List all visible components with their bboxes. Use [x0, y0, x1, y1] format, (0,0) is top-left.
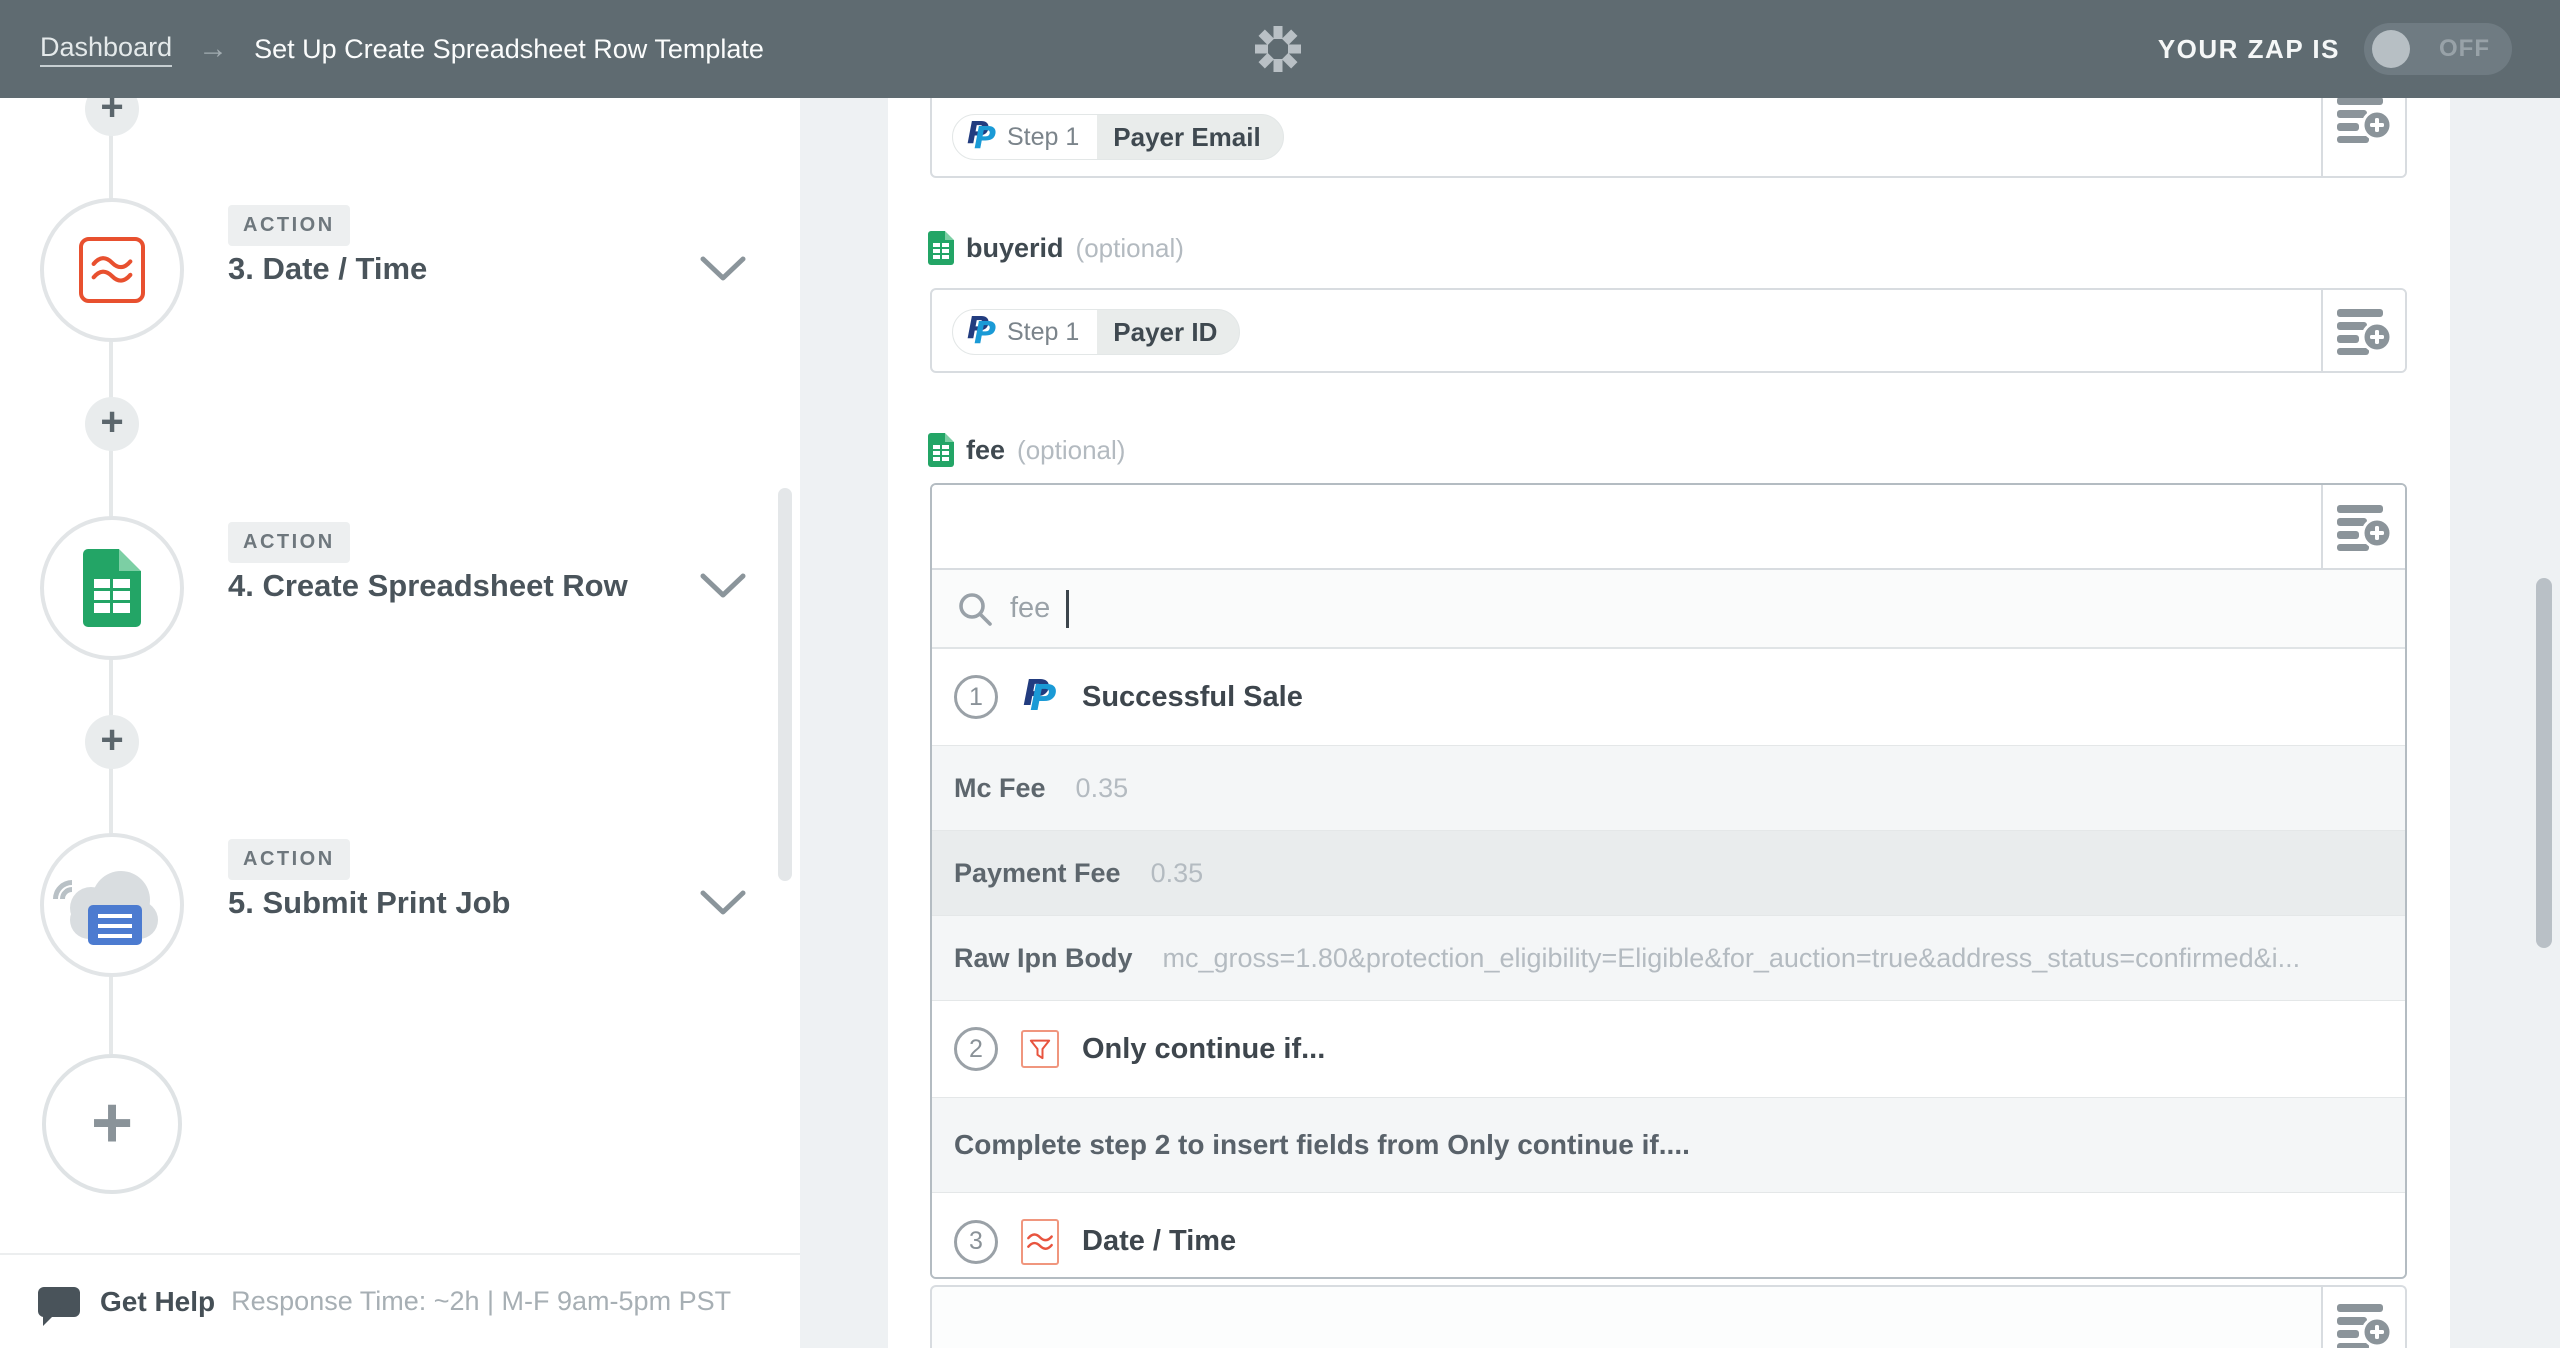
- step-title: Date / Time: [1082, 1225, 1236, 1258]
- dropdown-step-header-3[interactable]: 3 Date / Time: [932, 1193, 2405, 1279]
- insert-fields-icon: [2337, 307, 2391, 355]
- pill-step-label: Step 1: [1007, 318, 1079, 347]
- zap-status-area: YOUR ZAP IS OFF: [2158, 0, 2512, 98]
- zap-status-label: YOUR ZAP IS: [2158, 34, 2340, 65]
- dropdown-step-header-1[interactable]: 1 PP Successful Sale: [932, 649, 2405, 746]
- step-5-badge: ACTION: [228, 839, 350, 880]
- insert-fields-button-top[interactable]: [2321, 98, 2405, 176]
- insert-fields-icon: [2337, 1302, 2391, 1348]
- text-cursor: [1066, 590, 1069, 628]
- search-icon: [956, 590, 994, 628]
- step-title: Only continue if...: [1082, 1033, 1325, 1066]
- step-number-badge: 2: [954, 1027, 998, 1071]
- insert-fields-icon: [2337, 503, 2391, 551]
- search-query-text: fee: [1010, 592, 1050, 625]
- step-4-badge: ACTION: [228, 522, 350, 563]
- field-mapping-panel: PP Step 1 Payer Email: [800, 98, 2560, 1348]
- dashboard-link[interactable]: Dashboard: [40, 32, 172, 67]
- paypal-icon: PP: [967, 314, 995, 350]
- sidebar-item-step-3[interactable]: 3. Date / Time: [228, 251, 427, 287]
- get-help-link[interactable]: Get Help: [100, 1286, 215, 1318]
- insert-fields-button-buyerid[interactable]: [2321, 290, 2405, 371]
- step-4-chevron-down-icon[interactable]: [700, 573, 746, 599]
- google-sheets-icon: [928, 231, 954, 265]
- pill-field-name: Payer Email: [1097, 115, 1282, 159]
- google-sheets-icon: [83, 549, 141, 627]
- date-time-icon: [79, 237, 145, 303]
- fee-field-with-dropdown: fee 1 PP Successful Sale Mc Fee 0.35 Pay…: [930, 483, 2407, 1279]
- step-3-icon-circle[interactable]: [40, 198, 184, 342]
- paypal-icon: PP: [1023, 676, 1057, 718]
- page-title: Set Up Create Spreadsheet Row Template: [254, 34, 764, 65]
- sidebar-scrollbar[interactable]: [778, 488, 792, 881]
- step-3-badge: ACTION: [228, 205, 350, 246]
- dropdown-option-payment-fee[interactable]: Payment Fee 0.35: [932, 831, 2405, 916]
- breadcrumb-arrow-icon: →: [198, 32, 228, 66]
- main-left-gutter: [800, 98, 888, 1348]
- chat-bubble-icon: [38, 1287, 80, 1317]
- insert-fields-button-fee[interactable]: [2321, 485, 2405, 568]
- dropdown-step-header-2[interactable]: 2 Only continue if...: [932, 1001, 2405, 1098]
- dropdown-option-mc-fee[interactable]: Mc Fee 0.35: [932, 746, 2405, 831]
- paypal-icon: PP: [967, 119, 995, 155]
- step-3-chevron-down-icon[interactable]: [700, 256, 746, 282]
- zapier-logo-icon: [1254, 25, 1302, 73]
- insert-fields-icon: [2337, 98, 2391, 143]
- option-name: Payment Fee: [954, 858, 1121, 889]
- step-4-icon-circle[interactable]: [40, 516, 184, 660]
- field-label: fee: [966, 435, 1005, 466]
- toggle-knob: [2372, 30, 2410, 68]
- insert-fields-button-next[interactable]: [2321, 1287, 2405, 1348]
- dropdown-message-row: Complete step 2 to insert fields from On…: [932, 1098, 2405, 1193]
- pill-step-label: Step 1: [1007, 123, 1079, 152]
- sidebar-item-step-5[interactable]: 5. Submit Print Job: [228, 885, 510, 921]
- step-title: Successful Sale: [1082, 681, 1303, 714]
- option-name: Mc Fee: [954, 773, 1046, 804]
- breadcrumb: Dashboard → Set Up Create Spreadsheet Ro…: [0, 32, 764, 67]
- option-value: 0.35: [1151, 858, 2405, 889]
- step-number-badge: 3: [954, 1220, 998, 1264]
- field-input-next[interactable]: [930, 1285, 2407, 1348]
- steps-sidebar: + ACTION 3. Date / Time + ACTION 4. Crea…: [0, 98, 800, 1253]
- response-time-text: Response Time: ~2h | M-F 9am-5pm PST: [231, 1286, 731, 1317]
- date-time-icon: [1021, 1219, 1059, 1265]
- option-value: 0.35: [1076, 773, 2405, 804]
- add-step-button-mid1[interactable]: +: [85, 397, 139, 451]
- field-input-top[interactable]: PP Step 1 Payer Email: [930, 98, 2407, 178]
- filter-icon: [1021, 1030, 1059, 1068]
- add-step-button-mid2[interactable]: +: [85, 715, 139, 769]
- step-5-icon-circle[interactable]: [40, 833, 184, 977]
- step-number-badge: 1: [954, 675, 998, 719]
- zap-on-off-toggle[interactable]: OFF: [2364, 23, 2512, 75]
- add-step-button-bottom[interactable]: +: [42, 1054, 182, 1194]
- dropdown-option-raw-ipn-body[interactable]: Raw Ipn Body mc_gross=1.80&protection_el…: [932, 916, 2405, 1001]
- sidebar-item-step-4[interactable]: 4. Create Spreadsheet Row: [228, 568, 628, 604]
- option-value: mc_gross=1.80&protection_eligibility=Eli…: [1163, 943, 2405, 974]
- field-label: buyerid: [966, 233, 1064, 264]
- option-name: Raw Ipn Body: [954, 943, 1133, 974]
- help-footer: Get Help Response Time: ~2h | M-F 9am-5p…: [0, 1253, 800, 1348]
- google-sheets-icon: [928, 433, 954, 467]
- optional-tag: (optional): [1076, 233, 1184, 264]
- field-input-fee[interactable]: [932, 485, 2405, 570]
- buyerid-label-row: buyerid (optional): [928, 231, 1184, 265]
- top-header: Dashboard → Set Up Create Spreadsheet Ro…: [0, 0, 2560, 98]
- incomplete-step-message: Complete step 2 to insert fields from On…: [954, 1129, 1690, 1161]
- pill-field-name: Payer ID: [1097, 310, 1239, 354]
- optional-tag: (optional): [1017, 435, 1125, 466]
- zap-editor-page: Dashboard → Set Up Create Spreadsheet Ro…: [0, 0, 2560, 1348]
- mapped-field-pill-payer-id[interactable]: PP Step 1 Payer ID: [952, 309, 1240, 355]
- toggle-state-label: OFF: [2439, 23, 2490, 75]
- search-input[interactable]: fee: [932, 570, 2405, 649]
- field-input-buyerid[interactable]: PP Step 1 Payer ID: [930, 288, 2407, 373]
- fee-label-row: fee (optional): [928, 433, 1125, 467]
- cloud-print-icon: [60, 865, 164, 945]
- main-scrollbar[interactable]: [2536, 578, 2552, 948]
- mapped-field-pill-payer-email[interactable]: PP Step 1 Payer Email: [952, 114, 1284, 160]
- step-5-chevron-down-icon[interactable]: [700, 890, 746, 916]
